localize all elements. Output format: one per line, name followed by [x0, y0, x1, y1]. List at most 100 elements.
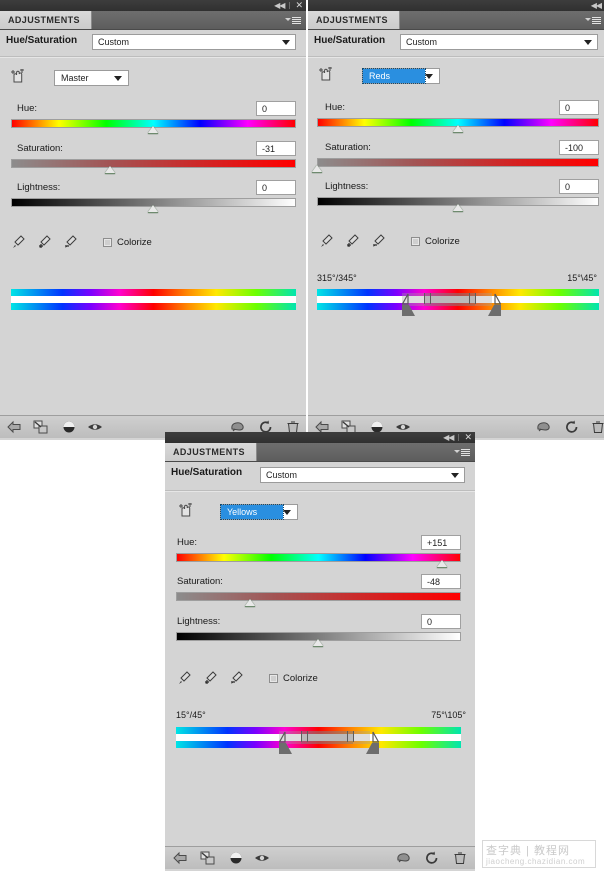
- preset-dropdown[interactable]: Custom: [400, 34, 598, 50]
- hue-value-input[interactable]: +151: [421, 535, 461, 550]
- saturation-value: -31: [262, 143, 276, 154]
- on-image-adjust-hand-icon[interactable]: [316, 66, 336, 84]
- lightness-value-input[interactable]: 0: [559, 179, 599, 194]
- toggle-layer-visibility-icon[interactable]: [61, 420, 77, 434]
- saturation-value-input[interactable]: -48: [421, 574, 461, 589]
- toggle-layer-visibility-icon[interactable]: [228, 851, 244, 865]
- section-divider: [308, 56, 604, 58]
- chevron-down-icon: [114, 75, 122, 81]
- close-icon[interactable]: ✕: [295, 1, 303, 10]
- preset-dropdown[interactable]: Custom: [260, 467, 465, 483]
- range-handle-left-inner[interactable]: [429, 293, 431, 304]
- colorize-label: Colorize: [117, 237, 152, 248]
- spectrum-middle: [11, 296, 296, 303]
- chevron-down-icon: [425, 73, 433, 79]
- panel-tab-row: ADJUSTMENTS: [165, 443, 475, 462]
- lightness-slider-thumb[interactable]: [313, 639, 323, 647]
- mask-view-icon[interactable]: [396, 851, 412, 865]
- range-falloff-handle-left[interactable]: [401, 293, 415, 316]
- saturation-slider-track[interactable]: [11, 159, 296, 168]
- eyedropper-icon[interactable]: [176, 670, 192, 686]
- range-handle-right-inner[interactable]: [347, 731, 348, 742]
- lightness-value-input[interactable]: 0: [256, 180, 296, 195]
- lightness-label: Lightness:: [325, 181, 369, 192]
- preset-value: Custom: [98, 37, 130, 47]
- saturation-value-input[interactable]: -31: [256, 141, 296, 156]
- saturation-slider-thumb[interactable]: [105, 166, 115, 174]
- range-handle-left-inner[interactable]: [307, 731, 309, 742]
- panel-tab-row: ADJUSTMENTS: [0, 11, 306, 30]
- hue-label: Hue:: [325, 102, 346, 113]
- panel-menu-icon[interactable]: [585, 15, 601, 25]
- preview-eye-icon[interactable]: [87, 420, 103, 434]
- saturation-value-input[interactable]: -100: [559, 140, 599, 155]
- return-to-adjustment-list-icon[interactable]: [173, 851, 189, 865]
- range-selection-bar[interactable]: [424, 293, 475, 306]
- tab-adjustments[interactable]: ADJUSTMENTS: [165, 443, 257, 461]
- channel-dropdown[interactable]: Yellows: [220, 504, 298, 520]
- reset-icon[interactable]: [424, 851, 440, 865]
- section-divider: [165, 490, 475, 492]
- saturation-slider-track[interactable]: [176, 592, 461, 601]
- delete-layer-icon[interactable]: [452, 851, 468, 865]
- colorize-checkbox[interactable]: [103, 238, 112, 247]
- lightness-value-input[interactable]: 0: [421, 614, 461, 629]
- spectrum-top: [11, 289, 296, 296]
- clip-to-layer-icon[interactable]: [200, 851, 216, 865]
- mask-view-icon[interactable]: [536, 420, 552, 434]
- range-handle-right[interactable]: [474, 293, 476, 304]
- eyedropper-icon[interactable]: [10, 234, 26, 250]
- saturation-slider-track[interactable]: [317, 158, 599, 167]
- return-to-adjustment-list-icon[interactable]: [7, 420, 23, 434]
- hue-slider-track[interactable]: [176, 553, 461, 562]
- channel-dropdown[interactable]: Reds: [362, 68, 440, 84]
- menu-caret-icon: [454, 450, 460, 453]
- eyedropper-subtract-icon[interactable]: [62, 234, 78, 250]
- colorize-checkbox[interactable]: [269, 674, 278, 683]
- saturation-slider-thumb[interactable]: [245, 599, 255, 607]
- lightness-slider-thumb[interactable]: [148, 205, 158, 213]
- eyedropper-subtract-icon[interactable]: [370, 233, 386, 249]
- eyedropper-subtract-icon[interactable]: [228, 670, 244, 686]
- lightness-slider-thumb[interactable]: [453, 204, 463, 212]
- hue-value: 0: [262, 103, 268, 114]
- hue-value: 0: [565, 102, 571, 113]
- range-falloff-handle-left[interactable]: [278, 731, 292, 754]
- on-image-adjust-hand-icon[interactable]: [8, 68, 28, 86]
- close-icon[interactable]: ✕: [464, 433, 472, 442]
- eyedropper-add-icon[interactable]: [344, 233, 360, 249]
- range-falloff-handle-right[interactable]: [365, 731, 379, 754]
- range-handle-left[interactable]: [301, 731, 303, 742]
- panel-bottom-toolbar: [165, 846, 475, 869]
- hue-slider-thumb[interactable]: [148, 126, 158, 134]
- range-handle-left[interactable]: [424, 293, 426, 304]
- range-handle-right-inner[interactable]: [469, 293, 471, 304]
- clip-to-layer-icon[interactable]: [33, 420, 49, 434]
- preview-eye-icon[interactable]: [254, 851, 270, 865]
- range-falloff-handle-right[interactable]: [487, 293, 501, 316]
- panel-menu-icon[interactable]: [454, 447, 470, 457]
- tab-adjustments[interactable]: ADJUSTMENTS: [308, 11, 400, 29]
- range-handle-right[interactable]: [352, 731, 354, 742]
- hue-value-input[interactable]: 0: [559, 100, 599, 115]
- hue-value-input[interactable]: 0: [256, 101, 296, 116]
- colorize-checkbox[interactable]: [411, 237, 420, 246]
- preset-dropdown[interactable]: Custom: [92, 34, 296, 50]
- collapse-double-arrow-icon[interactable]: ◀◀: [443, 433, 454, 442]
- eyedropper-icon[interactable]: [318, 233, 334, 249]
- range-selection-bar[interactable]: [301, 731, 353, 744]
- tab-adjustments[interactable]: ADJUSTMENTS: [0, 11, 92, 29]
- panel-menu-icon[interactable]: [285, 15, 301, 25]
- hue-slider-thumb[interactable]: [437, 560, 447, 568]
- on-image-adjust-hand-icon[interactable]: [176, 502, 196, 520]
- eyedropper-add-icon[interactable]: [36, 234, 52, 250]
- collapse-double-arrow-icon[interactable]: ◀◀: [274, 1, 285, 10]
- reset-icon[interactable]: [564, 420, 580, 434]
- titlebar-separator: [458, 434, 460, 441]
- channel-dropdown[interactable]: Master: [54, 70, 129, 86]
- delete-layer-icon[interactable]: [590, 420, 604, 434]
- collapse-double-arrow-icon[interactable]: ◀◀: [591, 1, 602, 10]
- eyedropper-add-icon[interactable]: [202, 670, 218, 686]
- hue-slider-thumb[interactable]: [453, 125, 463, 133]
- saturation-slider-thumb[interactable]: [312, 165, 322, 173]
